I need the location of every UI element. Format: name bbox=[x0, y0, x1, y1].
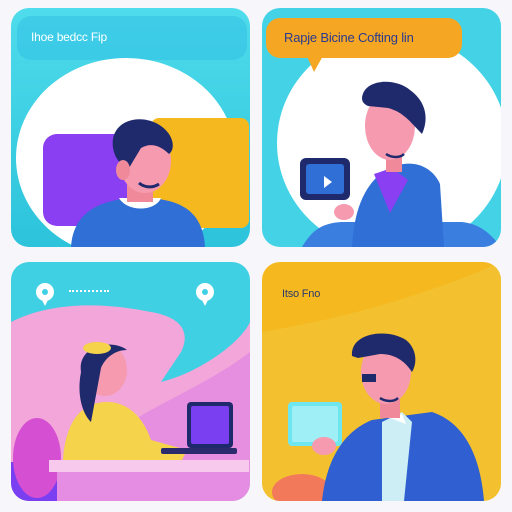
dotted-line bbox=[69, 290, 109, 296]
tablet-icon bbox=[288, 402, 342, 446]
illustration-panel-4: Itso Fno bbox=[262, 262, 501, 501]
illustration-panel-3 bbox=[11, 262, 250, 501]
illustration-panel-1: Ihoe bedcc Fip bbox=[11, 8, 250, 247]
panel-caption: Itso Fno bbox=[282, 288, 321, 300]
woman-at-laptop-illustration bbox=[11, 262, 250, 501]
panel-caption: Ihoe bedcc Fip bbox=[31, 30, 107, 44]
illustration-panel-2: Rapje Bicine Cofting lin bbox=[262, 8, 501, 247]
tablet-icon bbox=[300, 158, 350, 200]
speech-bubble-tail bbox=[306, 54, 324, 72]
panel-caption: Rapje Bicine Cofting lin bbox=[284, 30, 414, 45]
